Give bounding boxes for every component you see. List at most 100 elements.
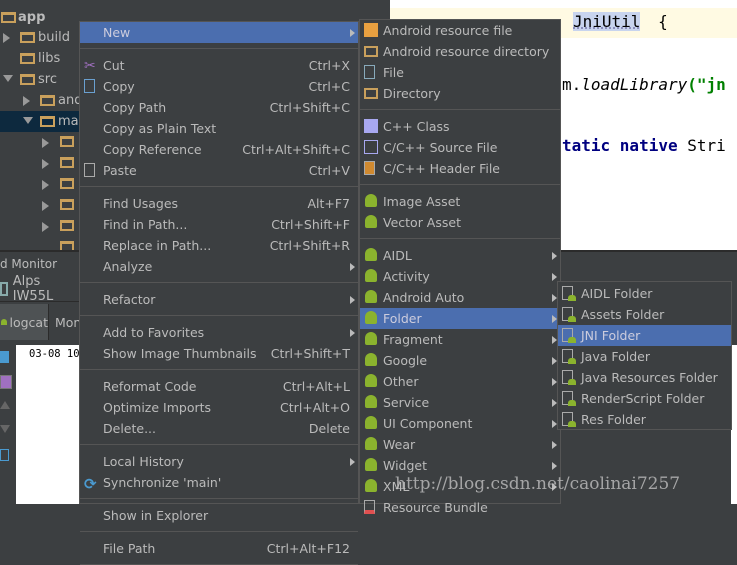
menu-item-find-in-path[interactable]: Find in Path... Ctrl+Shift+F bbox=[80, 214, 358, 235]
folder-doc-icon bbox=[562, 349, 576, 364]
menu-item-copy-reference[interactable]: Copy Reference Ctrl+Alt+Shift+C bbox=[80, 139, 358, 160]
menu-item-reformat-code[interactable]: Reformat Code Ctrl+Alt+L bbox=[80, 376, 358, 397]
menu-item-aidl-folder[interactable]: AIDL Folder bbox=[558, 283, 731, 304]
expand-arrow-icon[interactable] bbox=[3, 33, 10, 43]
tree-item[interactable]: and bbox=[0, 90, 82, 111]
menu-item-ui-component[interactable]: UI Component bbox=[360, 413, 560, 434]
log-line: 03-08 10 bbox=[29, 348, 80, 360]
menu-item-c-c-header-file[interactable]: C/C++ Header File bbox=[360, 158, 560, 179]
menu-item-folder[interactable]: Folder bbox=[360, 308, 560, 329]
menu-item-android-auto[interactable]: Android Auto bbox=[360, 287, 560, 308]
scroll-to-end-icon[interactable] bbox=[0, 375, 12, 389]
collapse-arrow-icon[interactable] bbox=[3, 75, 13, 82]
folder-doc-icon bbox=[562, 370, 576, 385]
menu-item-analyze[interactable]: Analyze bbox=[80, 256, 358, 277]
tree-item[interactable]: mai bbox=[0, 111, 82, 132]
menu-item-android-resource-file[interactable]: Android resource file bbox=[360, 20, 560, 41]
menu-item-android-resource-directory[interactable]: Android resource directory bbox=[360, 41, 560, 62]
menu-item-google[interactable]: Google bbox=[360, 350, 560, 371]
menu-item-label: AIDL bbox=[383, 248, 412, 263]
menu-item-res-folder[interactable]: Res Folder bbox=[558, 409, 731, 430]
menu-item-copy[interactable]: Copy Ctrl+C bbox=[80, 76, 358, 97]
menu-item-c-c-source-file[interactable]: C/C++ Source File bbox=[360, 137, 560, 158]
menu-item-paste[interactable]: Paste Ctrl+V bbox=[80, 160, 358, 181]
menu-item-label: Directory bbox=[383, 86, 441, 101]
new-submenu: Android resource file Android resource di… bbox=[359, 19, 561, 515]
android-resource-file-icon bbox=[364, 23, 378, 37]
menu-item-xml[interactable]: XML bbox=[360, 476, 560, 497]
tab-monitors[interactable]: Mon bbox=[48, 304, 81, 340]
down-icon[interactable] bbox=[0, 425, 10, 433]
menu-item-java-folder[interactable]: Java Folder bbox=[558, 346, 731, 367]
menu-item-local-history[interactable]: Local History bbox=[80, 451, 358, 472]
trash-icon[interactable] bbox=[0, 351, 9, 363]
menu-item-show-image-thumbnails[interactable]: Show Image Thumbnails Ctrl+Shift+T bbox=[80, 343, 358, 364]
menu-item-label: Google bbox=[383, 353, 428, 368]
menu-item-resource-bundle[interactable]: Resource Bundle bbox=[360, 497, 560, 518]
folder-icon bbox=[364, 88, 378, 99]
menu-item-file[interactable]: File bbox=[360, 62, 560, 83]
menu-item-assets-folder[interactable]: Assets Folder bbox=[558, 304, 731, 325]
tree-item[interactable]: app bbox=[0, 7, 80, 28]
android-icon bbox=[365, 479, 377, 492]
menu-item-file-path[interactable]: File Path Ctrl+Alt+F12 bbox=[80, 538, 358, 559]
menu-item-label: Delete... bbox=[103, 421, 156, 436]
menu-item-replace-in-path[interactable]: Replace in Path... Ctrl+Shift+R bbox=[80, 235, 358, 256]
menu-item-label: Optimize Imports bbox=[103, 400, 212, 415]
menu-item-label: Resource Bundle bbox=[383, 500, 488, 515]
tab-logcat[interactable]: logcat bbox=[0, 304, 48, 340]
expand-arrow-icon[interactable] bbox=[23, 96, 30, 106]
menu-item-image-asset[interactable]: Image Asset bbox=[360, 191, 560, 212]
menu-item-renderscript-folder[interactable]: RenderScript Folder bbox=[558, 388, 731, 409]
folder-doc-icon bbox=[562, 307, 576, 322]
up-icon[interactable] bbox=[0, 401, 10, 409]
sync-icon: ⟳ bbox=[84, 475, 97, 493]
menu-separator bbox=[360, 238, 560, 239]
menu-item-synchronize-main[interactable]: ⟳ Synchronize 'main' bbox=[80, 472, 358, 493]
menu-item-service[interactable]: Service bbox=[360, 392, 560, 413]
menu-item-optimize-imports[interactable]: Optimize Imports Ctrl+Alt+O bbox=[80, 397, 358, 418]
expand-arrow-icon[interactable] bbox=[42, 201, 49, 211]
menu-item-cut[interactable]: ✂ Cut Ctrl+X bbox=[80, 55, 358, 76]
soft-wrap-icon[interactable] bbox=[0, 449, 9, 461]
menu-item-c-class[interactable]: C++ Class bbox=[360, 116, 560, 137]
menu-item-show-in-explorer[interactable]: Show in Explorer bbox=[80, 505, 358, 526]
menu-item-widget[interactable]: Widget bbox=[360, 455, 560, 476]
menu-item-label: Copy Path bbox=[103, 100, 167, 115]
menu-item-wear[interactable]: Wear bbox=[360, 434, 560, 455]
menu-item-fragment[interactable]: Fragment bbox=[360, 329, 560, 350]
logcat-output[interactable]: 03-08 10 bbox=[16, 345, 80, 504]
expand-arrow-icon[interactable] bbox=[42, 159, 49, 169]
collapse-arrow-icon[interactable] bbox=[23, 117, 33, 124]
menu-item-copy-as-plain-text[interactable]: Copy as Plain Text bbox=[80, 118, 358, 139]
menu-item-label: Fragment bbox=[383, 332, 443, 347]
menu-item-jni-folder[interactable]: JNI Folder bbox=[558, 325, 731, 346]
menu-item-vector-asset[interactable]: Vector Asset bbox=[360, 212, 560, 233]
menu-item-copy-path[interactable]: Copy Path Ctrl+Shift+C bbox=[80, 97, 358, 118]
menu-item-aidl[interactable]: AIDL bbox=[360, 245, 560, 266]
submenu-arrow-icon bbox=[350, 295, 355, 304]
folder-doc-icon bbox=[562, 412, 576, 427]
menu-item-add-to-favorites[interactable]: Add to Favorites bbox=[80, 322, 358, 343]
menu-item-shortcut: Ctrl+C bbox=[308, 79, 350, 94]
android-icon bbox=[365, 332, 377, 345]
tree-item[interactable]: build bbox=[0, 27, 80, 48]
folder-icon bbox=[20, 53, 35, 64]
expand-arrow-icon[interactable] bbox=[42, 138, 49, 148]
menu-item-activity[interactable]: Activity bbox=[360, 266, 560, 287]
expand-arrow-icon[interactable] bbox=[42, 222, 49, 232]
menu-item-other[interactable]: Other bbox=[360, 371, 560, 392]
tree-item[interactable]: libs bbox=[0, 48, 80, 69]
tree-item[interactable]: src bbox=[0, 69, 80, 90]
device-selector[interactable]: Alps IW55L bbox=[0, 274, 80, 304]
folder-icon bbox=[60, 178, 74, 189]
menu-item-directory[interactable]: Directory bbox=[360, 83, 560, 104]
expand-arrow-icon[interactable] bbox=[42, 180, 49, 190]
menu-item-find-usages[interactable]: Find Usages Alt+F7 bbox=[80, 193, 358, 214]
menu-item-refactor[interactable]: Refactor bbox=[80, 289, 358, 310]
menu-item-new[interactable]: New bbox=[80, 22, 358, 43]
menu-item-shortcut: Ctrl+Alt+Shift+C bbox=[242, 142, 350, 157]
menu-item-java-resources-folder[interactable]: Java Resources Folder bbox=[558, 367, 731, 388]
menu-item-delete[interactable]: Delete... Delete bbox=[80, 418, 358, 439]
menu-item-label: Reformat Code bbox=[103, 379, 197, 394]
